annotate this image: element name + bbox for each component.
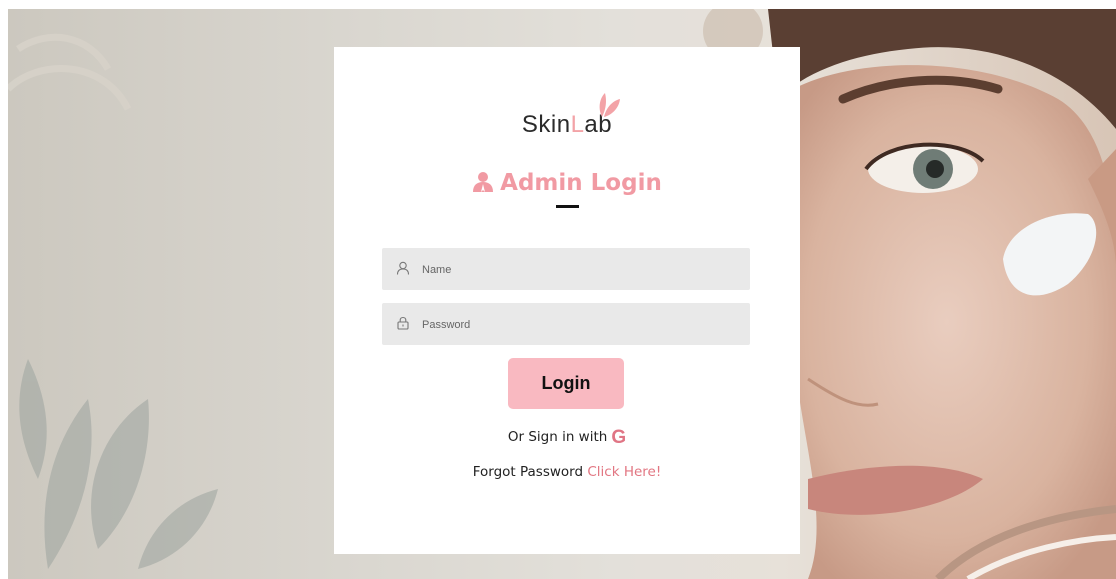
password-field[interactable] xyxy=(382,303,750,347)
or-sign-in-text: Or Sign in with xyxy=(507,429,608,445)
title-text: Admin Login xyxy=(500,170,662,196)
forgot-password-link[interactable]: Click Here! xyxy=(587,464,661,480)
social-signin: Or Sign in with G xyxy=(334,427,800,449)
name-field[interactable] xyxy=(382,248,750,292)
forgot-password-text: Forgot Password xyxy=(472,464,584,480)
login-button[interactable]: Login xyxy=(508,358,624,409)
login-card: SkinLab Admin Login Login Or Sign in wit… xyxy=(334,47,800,554)
title-underline xyxy=(556,205,579,208)
admin-login-title: Admin Login xyxy=(334,170,800,196)
google-icon[interactable]: G xyxy=(611,427,626,449)
name-input[interactable] xyxy=(420,248,744,292)
user-icon xyxy=(396,261,410,275)
leaf-icon xyxy=(599,93,620,117)
forgot-password: Forgot Password Click Here! xyxy=(334,464,800,480)
password-input[interactable] xyxy=(420,303,744,347)
logo-l: L xyxy=(570,111,585,138)
logo-prefix: Skin xyxy=(521,111,571,138)
skinlab-logo: SkinLab xyxy=(334,93,800,151)
lock-icon xyxy=(397,316,409,330)
admin-user-icon xyxy=(473,172,494,192)
